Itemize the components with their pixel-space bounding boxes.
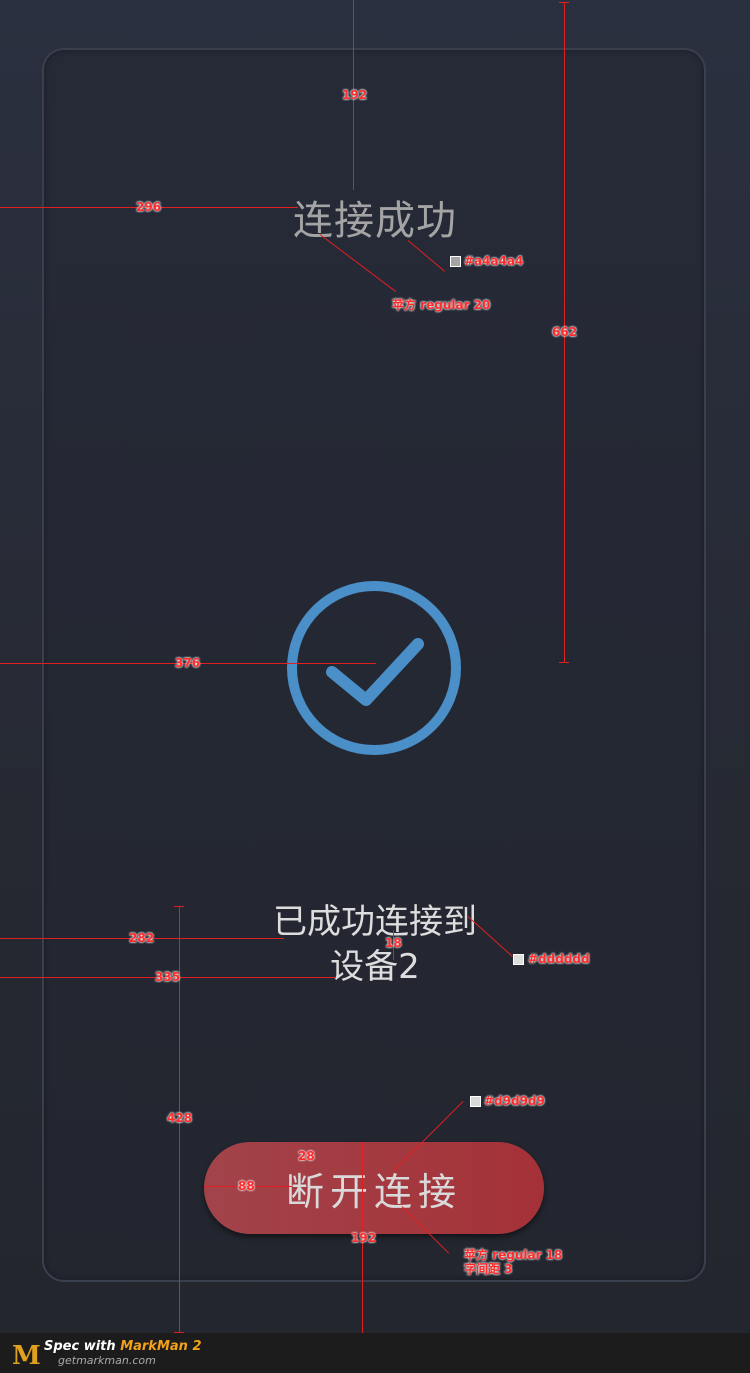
disconnect-button-label: 断开连接 <box>285 1169 462 1214</box>
status-message-line2: 设备2 <box>330 947 420 987</box>
spec-prefix: Spec with <box>44 1339 121 1354</box>
btn-color-label: #d9d9d9 <box>484 1094 545 1108</box>
markman-logo: M <box>12 1341 41 1371</box>
btn-spacing-label: 字间距 3 <box>464 1262 513 1276</box>
spec-with-text: Spec with MarkMan 2 <box>44 1339 202 1354</box>
brand-name: MarkMan 2 <box>120 1339 202 1354</box>
msg-color-label: #dddddd <box>528 952 590 966</box>
dim-btn-bottom: 192 <box>351 1231 377 1245</box>
dim-check-top: 662 <box>552 325 578 339</box>
dim-btn-text-top: 28 <box>298 1149 315 1163</box>
site-url: getmarkman.com <box>58 1354 156 1367</box>
disconnect-button[interactable]: 断开连接 <box>204 1142 544 1234</box>
dim-btn-text-left: 88 <box>238 1179 255 1193</box>
dim-msg-bottom: 428 <box>167 1111 193 1125</box>
dim-line-gap: 18 <box>385 936 402 950</box>
dim-line2-left: 335 <box>155 970 181 984</box>
dim-title-top: 192 <box>342 88 368 102</box>
dim-title-left: 296 <box>136 200 162 214</box>
title-font-label: 苹方 regular 20 <box>392 298 491 312</box>
check-circle-icon <box>287 581 461 755</box>
dim-check-left: 376 <box>175 656 201 670</box>
dim-msg-left: 282 <box>129 931 155 945</box>
page-title: 连接成功 <box>293 198 457 244</box>
title-color-label: #a4a4a4 <box>464 254 524 268</box>
markman-footer: M Spec with MarkMan 2 getmarkman.com <box>0 1333 750 1373</box>
